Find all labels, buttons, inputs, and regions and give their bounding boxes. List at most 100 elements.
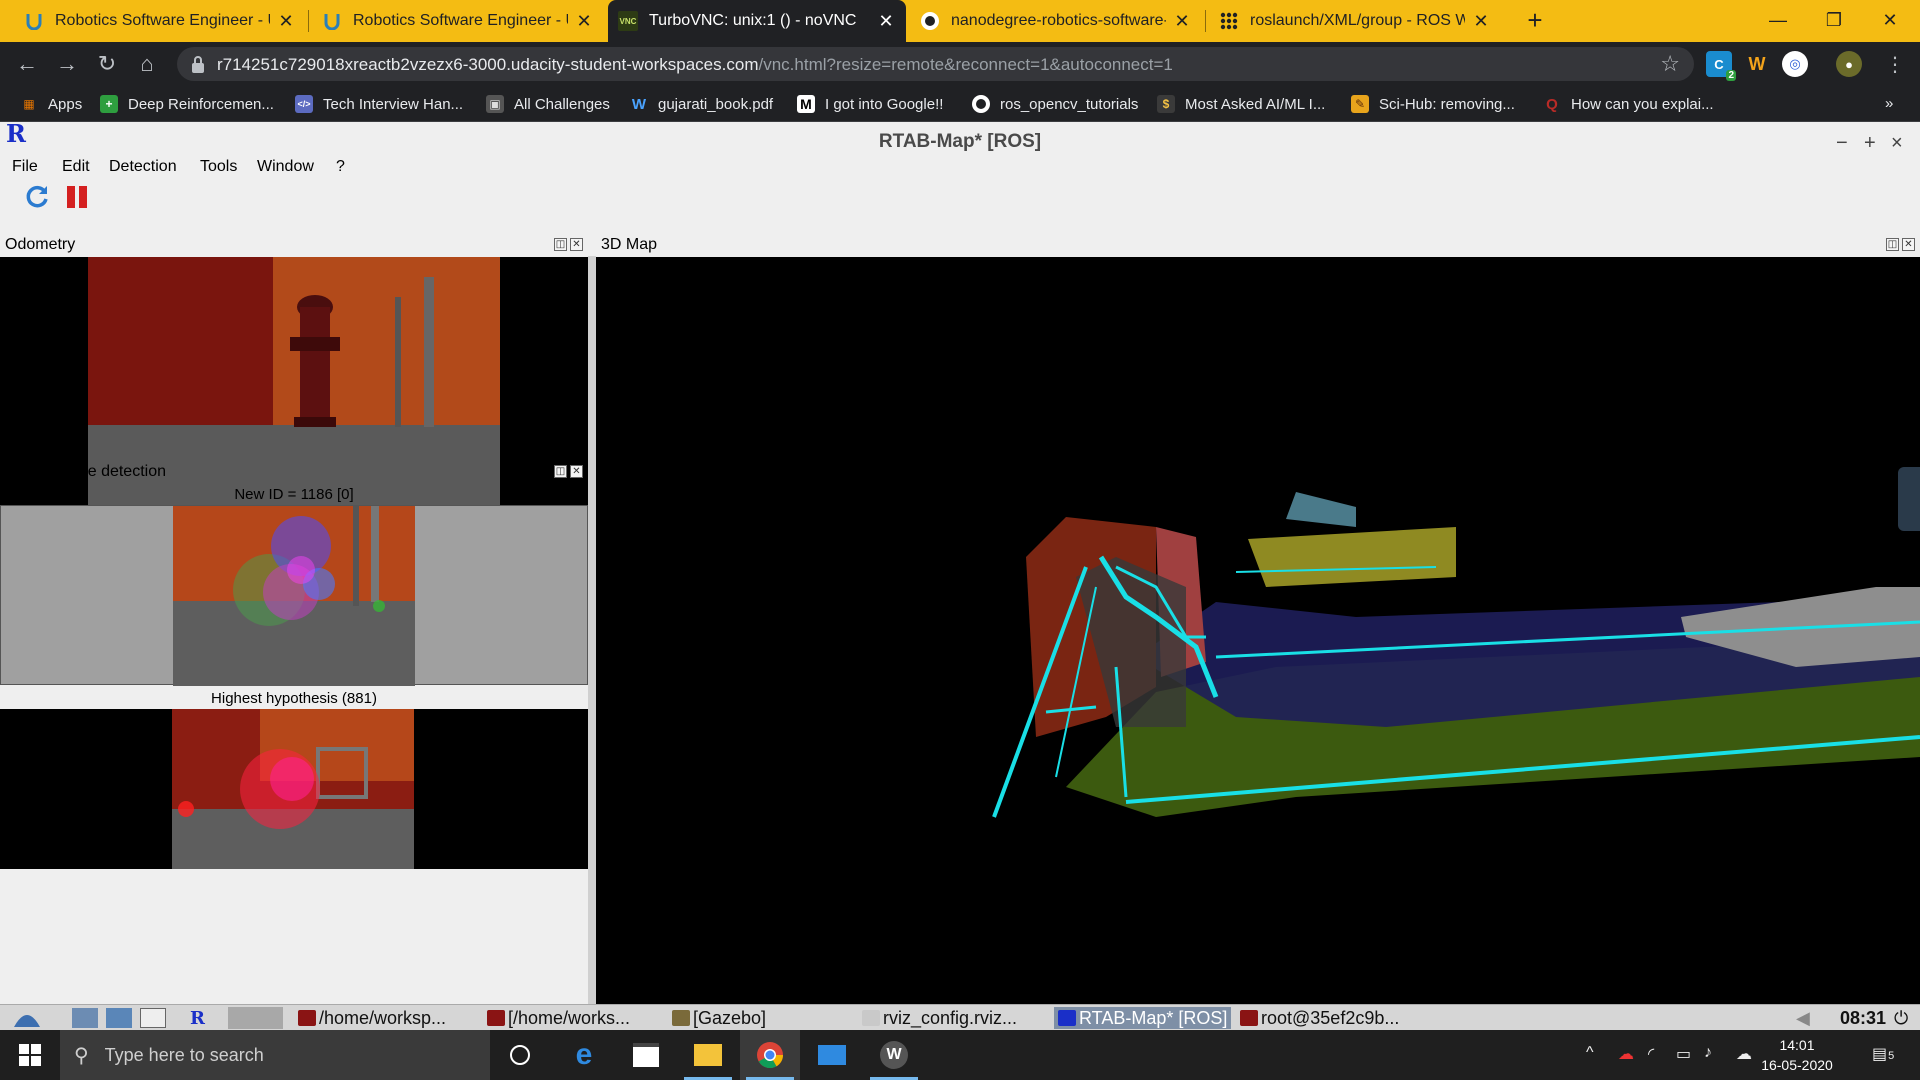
window-list-icon[interactable] bbox=[140, 1007, 166, 1029]
bookmark-item[interactable]: + Deep Reinforcemen... bbox=[100, 95, 274, 113]
search-placeholder: Type here to search bbox=[104, 1044, 264, 1065]
taskbar-item-rviz[interactable]: rviz_config.rviz... bbox=[862, 1007, 1017, 1029]
refresh-icon[interactable] bbox=[24, 184, 50, 210]
bookmarks-overflow-icon[interactable]: » bbox=[1885, 95, 1893, 112]
browser-tab[interactable]: nanodegree-robotics-software-e ✕ bbox=[910, 0, 1202, 42]
close-icon[interactable]: ✕ bbox=[1902, 238, 1915, 251]
home-icon[interactable]: ⌂ bbox=[132, 49, 162, 79]
battery-icon[interactable]: ▭ bbox=[1676, 1044, 1691, 1064]
address-bar[interactable]: r714251c729018xreactb2vzezx6-3000.udacit… bbox=[177, 47, 1694, 81]
taskbar-item-terminal[interactable]: root@35ef2c9b... bbox=[1240, 1007, 1399, 1029]
volume-icon[interactable]: ◀ bbox=[1796, 1007, 1810, 1029]
tray-onedrive-icon[interactable]: ☁ bbox=[1618, 1044, 1634, 1064]
wps-icon[interactable]: W bbox=[864, 1030, 924, 1080]
chrome-icon[interactable] bbox=[740, 1030, 800, 1080]
edge-icon[interactable]: e bbox=[554, 1030, 614, 1080]
loop-hypothesis-image-view bbox=[0, 709, 588, 869]
bookmark-item[interactable]: Q How can you explai... bbox=[1543, 95, 1713, 113]
app-minimize-icon[interactable]: − bbox=[1836, 132, 1848, 155]
rtabmap-launcher-icon[interactable]: R bbox=[190, 1007, 205, 1029]
workspace-pager[interactable] bbox=[228, 1007, 283, 1029]
float-icon[interactable]: ◫ bbox=[1886, 238, 1899, 251]
app-maximize-icon[interactable]: + bbox=[1864, 132, 1876, 155]
restore-icon[interactable]: ❐ bbox=[1806, 0, 1862, 40]
close-tab-icon[interactable]: ✕ bbox=[276, 11, 296, 32]
tab-divider bbox=[1205, 10, 1206, 32]
close-tab-icon[interactable]: ✕ bbox=[876, 11, 896, 32]
taskbar-item-gazebo[interactable]: [Gazebo] bbox=[672, 1007, 766, 1029]
browser-tab-strip: Robotics Software Engineer - Ud ✕ Roboti… bbox=[0, 0, 1920, 42]
windows-clock[interactable]: 14:01 16-05-2020 bbox=[1752, 1035, 1842, 1075]
float-icon[interactable]: ◫ bbox=[554, 238, 567, 251]
pause-icon[interactable] bbox=[66, 185, 88, 209]
float-icon[interactable]: ◫ bbox=[554, 465, 567, 478]
close-icon[interactable]: ✕ bbox=[570, 238, 583, 251]
cortana-icon[interactable] bbox=[490, 1030, 550, 1080]
menu-help[interactable]: ? bbox=[336, 158, 345, 176]
search-icon: ⚲ bbox=[74, 1044, 89, 1067]
w-extension-icon[interactable]: W bbox=[1744, 51, 1770, 77]
point-cloud-render bbox=[992, 492, 1920, 818]
browser-tab-active[interactable]: VNC TurboVNC: unix:1 () - noVNC ✕ bbox=[608, 0, 906, 42]
cloud-icon[interactable]: ☁ bbox=[1736, 1044, 1752, 1064]
store-icon[interactable] bbox=[616, 1030, 676, 1080]
bookmark-label: Most Asked AI/ML I... bbox=[1185, 95, 1326, 113]
menu-edit[interactable]: Edit bbox=[62, 158, 90, 176]
menu-detection[interactable]: Detection bbox=[109, 158, 177, 176]
back-icon[interactable]: ← bbox=[12, 49, 42, 79]
close-window-icon[interactable]: ✕ bbox=[1862, 0, 1918, 40]
speaker-icon[interactable]: ♪ bbox=[1704, 1044, 1712, 1062]
side-drawer-handle[interactable] bbox=[1898, 467, 1920, 531]
splitter-handle[interactable] bbox=[588, 256, 596, 1004]
close-icon[interactable]: ✕ bbox=[570, 465, 583, 478]
close-tab-icon[interactable]: ✕ bbox=[1172, 11, 1192, 32]
browser-tab[interactable]: roslaunch/XML/group - ROS Wik ✕ bbox=[1209, 0, 1501, 42]
bookmark-item[interactable]: ▣ All Challenges bbox=[486, 95, 610, 113]
extension-icon[interactable]: C2 bbox=[1706, 51, 1736, 81]
notification-icon[interactable]: ▤5 bbox=[1872, 1044, 1894, 1064]
minimize-icon[interactable]: — bbox=[1750, 0, 1806, 40]
mail-icon[interactable] bbox=[802, 1030, 862, 1080]
desktop-menu-icon[interactable] bbox=[12, 1007, 42, 1029]
map3d-view[interactable] bbox=[596, 257, 1920, 1004]
browser-tab[interactable]: Robotics Software Engineer - Ud ✕ bbox=[14, 0, 306, 42]
tray-chevron-icon[interactable]: ^ bbox=[1586, 1044, 1594, 1062]
clock-date: 16-05-2020 bbox=[1761, 1057, 1833, 1073]
app-close-icon[interactable]: × bbox=[1891, 132, 1903, 155]
taskbar-item-terminal[interactable]: [/home/works... bbox=[487, 1007, 630, 1029]
new-tab-button[interactable]: + bbox=[1520, 6, 1550, 36]
reload-icon[interactable]: ↻ bbox=[92, 49, 122, 79]
close-tab-icon[interactable]: ✕ bbox=[574, 11, 594, 32]
browser-tab[interactable]: Robotics Software Engineer - Ud ✕ bbox=[312, 0, 604, 42]
bookmark-item[interactable]: Wgujarati_book.pdf bbox=[630, 95, 773, 113]
menu-tools[interactable]: Tools bbox=[200, 158, 237, 176]
close-tab-icon[interactable]: ✕ bbox=[1471, 11, 1491, 32]
bookmark-item[interactable]: ✎ Sci-Hub: removing... bbox=[1351, 95, 1515, 113]
network-icon[interactable] bbox=[106, 1007, 132, 1029]
bookmark-item[interactable]: M I got into Google!! bbox=[797, 95, 943, 113]
challenges-icon: ▣ bbox=[486, 95, 504, 113]
windows-start-icon[interactable] bbox=[0, 1030, 60, 1080]
power-icon[interactable]: ⏻ bbox=[1894, 1007, 1908, 1029]
file-explorer-icon[interactable] bbox=[678, 1030, 738, 1080]
bookmark-item[interactable]: $ Most Asked AI/ML I... bbox=[1157, 95, 1325, 113]
bookmark-item[interactable]: </> Tech Interview Han... bbox=[295, 95, 463, 113]
loop-new-image-view bbox=[0, 505, 588, 686]
forward-icon[interactable]: → bbox=[52, 49, 82, 79]
extension-face-icon[interactable]: ◎ bbox=[1782, 51, 1808, 77]
bookmark-item[interactable]: ros_opencv_tutorials bbox=[972, 95, 1138, 113]
wifi-icon[interactable]: ◜ bbox=[1648, 1044, 1654, 1064]
avatar[interactable]: ● bbox=[1836, 51, 1862, 77]
windows-search-box[interactable]: ⚲ Type here to search bbox=[60, 1030, 490, 1080]
bookmark-star-icon[interactable]: ☆ bbox=[1660, 51, 1680, 77]
map3d-panel-title: 3D Map bbox=[601, 236, 658, 253]
menu-file[interactable]: File bbox=[12, 158, 38, 176]
bookmark-apps[interactable]: ▦ Apps bbox=[20, 95, 82, 113]
menu-window[interactable]: Window bbox=[257, 158, 314, 176]
file-manager-icon[interactable] bbox=[72, 1007, 98, 1029]
taskbar-item-terminal[interactable]: /home/worksp... bbox=[298, 1007, 446, 1029]
desktop-clock: 08:31 bbox=[1840, 1007, 1887, 1028]
lock-icon[interactable] bbox=[191, 55, 205, 73]
taskbar-item-rtabmap[interactable]: RTAB-Map* [ROS] bbox=[1054, 1007, 1232, 1029]
chrome-menu-icon[interactable]: ⋮ bbox=[1880, 49, 1910, 79]
